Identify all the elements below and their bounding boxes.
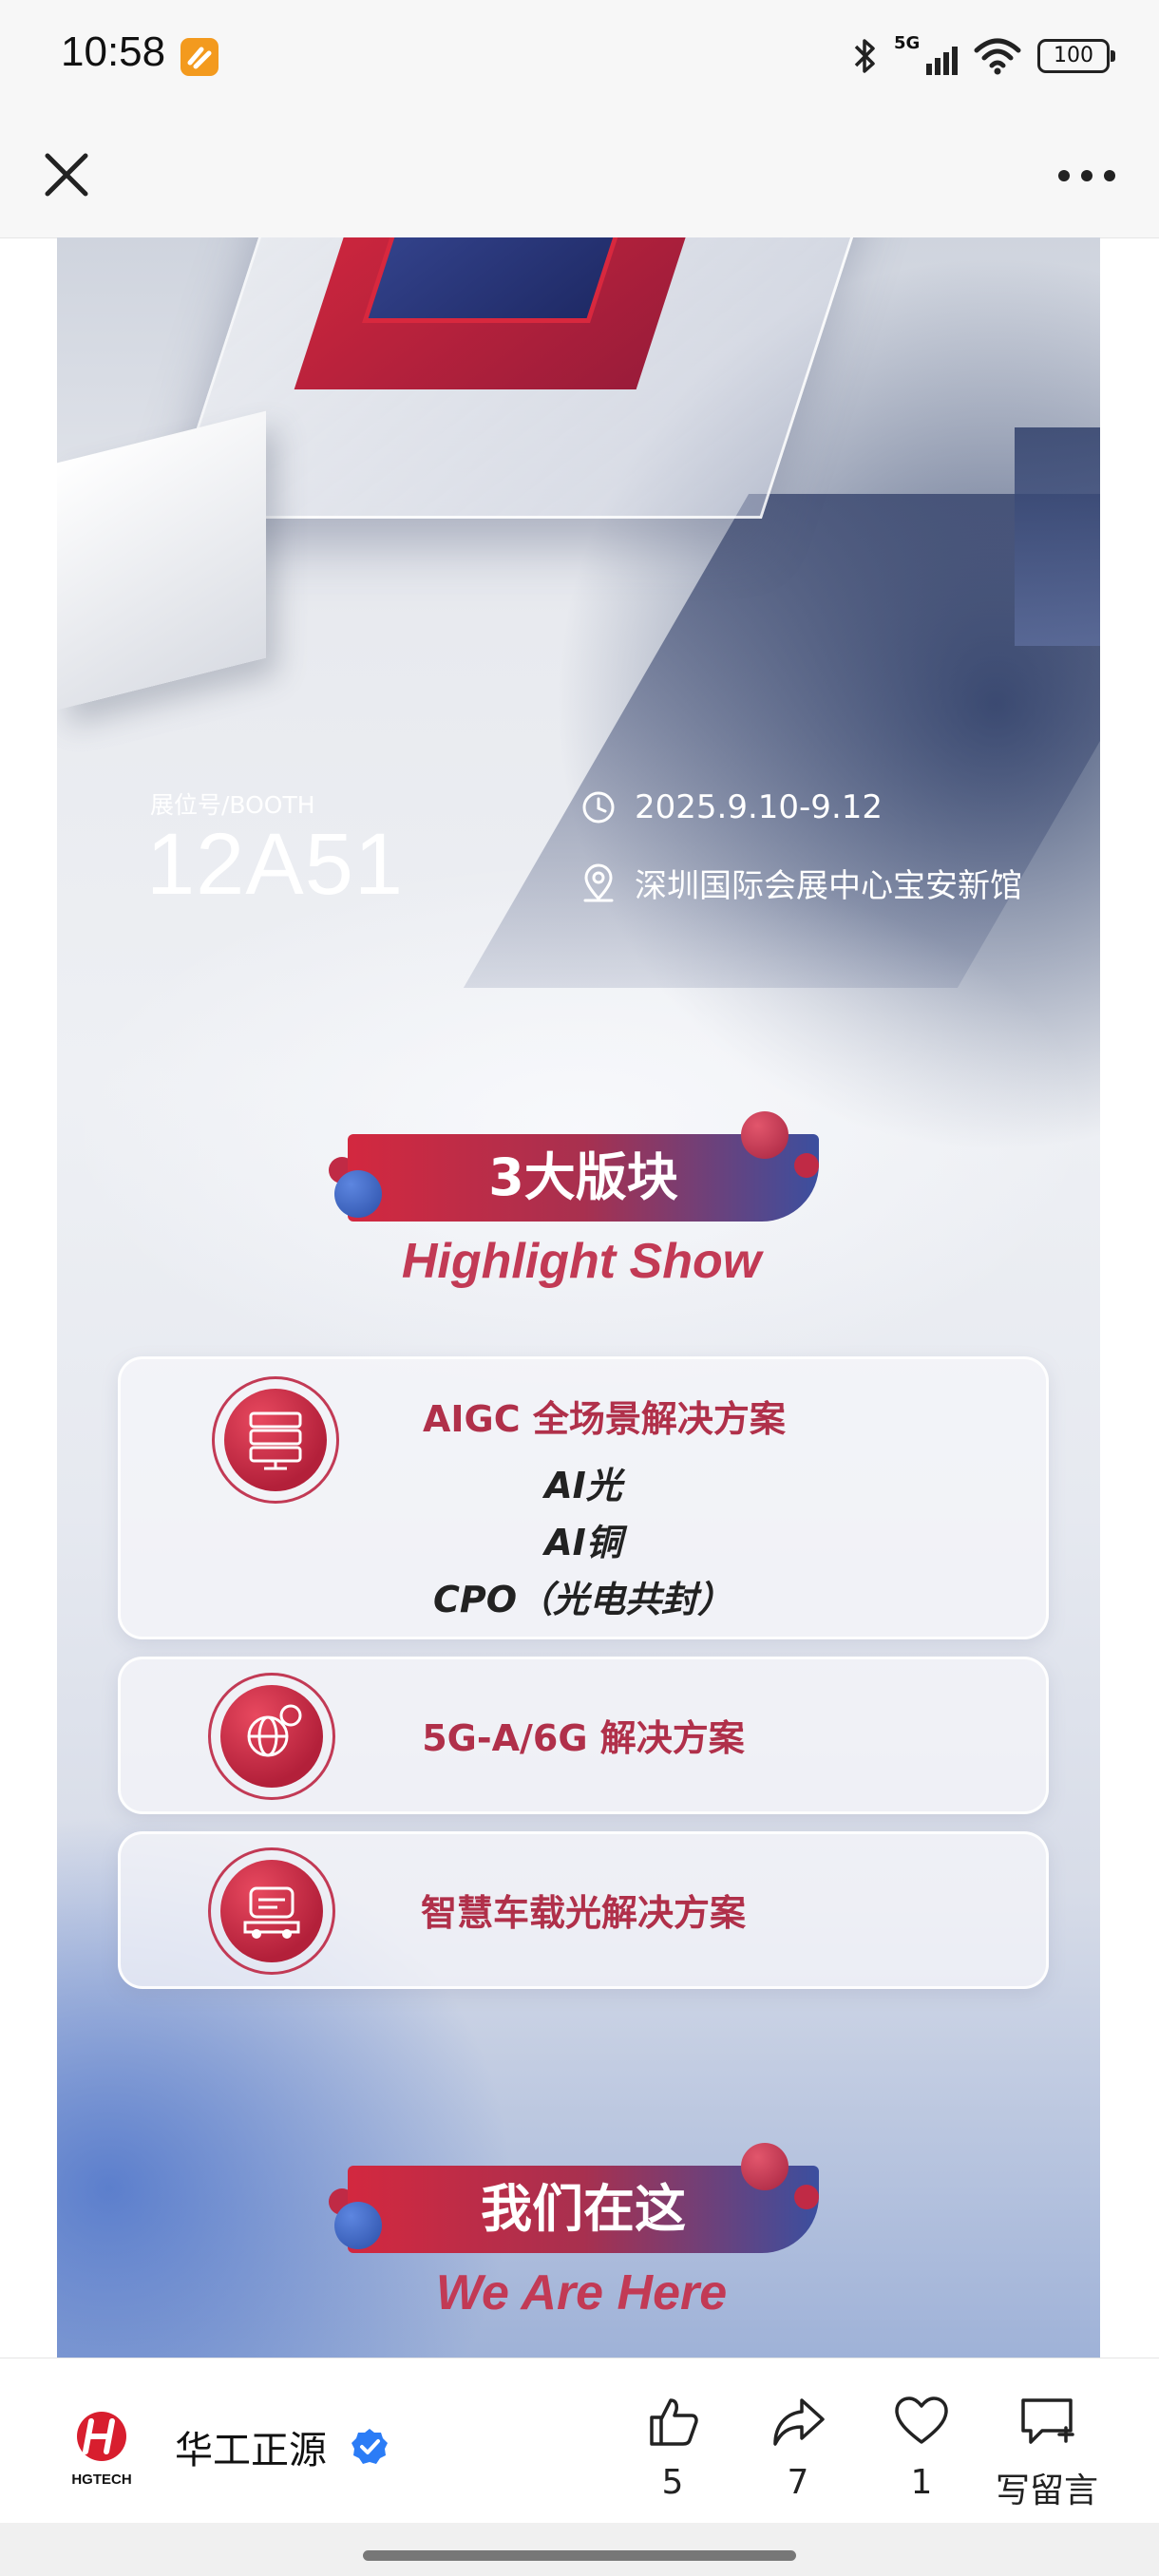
decorative-tower [1015, 427, 1100, 646]
decorative-building-shape [463, 494, 1100, 988]
section-subtitle: We Are Here [435, 2265, 728, 2320]
favorite-count: 1 [910, 2463, 933, 2502]
decorative-cube [57, 410, 266, 710]
clock-icon [582, 791, 615, 824]
thumbs-up-icon [650, 2398, 698, 2446]
top-nav [0, 114, 1159, 238]
decorative-dot [334, 2202, 382, 2249]
section-banner-highlight: 3大版块 Highlight Show [315, 1111, 847, 1289]
bottom-action-bar: HGTECH 华工正源 5 7 1 写留言 [0, 2358, 1159, 2524]
card-title: 5G-A/6G 解决方案 [422, 1717, 745, 1759]
card-title: AIGC 全场景解决方案 [423, 1398, 786, 1440]
write-comment-button[interactable]: 写留言 [990, 2393, 1104, 2512]
battery-level: 100 [1054, 44, 1093, 67]
location-pin-icon [583, 863, 614, 901]
bluetooth-icon [854, 39, 875, 73]
home-indicator[interactable] [363, 2550, 796, 2561]
event-date-row: 2025.9.10-9.12 [580, 788, 883, 826]
favorite-button[interactable]: 1 [864, 2393, 978, 2502]
solution-card-aigc: AIGC 全场景解决方案 AI光 AI铜 CPO（光电共封） [118, 1356, 1049, 1639]
hgtech-logo-icon: HGTECH [71, 2412, 132, 2488]
more-dots-icon [1058, 170, 1115, 181]
like-count: 5 [661, 2463, 684, 2502]
network-type: 5G [894, 33, 921, 53]
signal-icon: 5G [894, 33, 958, 75]
comment-add-icon [1021, 2398, 1074, 2444]
share-count: 7 [787, 2463, 809, 2502]
article-poster: 展位号/BOOTH 12A51 2025.9.10-9.12 深圳国际会展中心宝… [57, 237, 1100, 2358]
like-button[interactable]: 5 [616, 2393, 730, 2502]
card-item: AI光 [544, 1465, 622, 1506]
share-arrow-icon [773, 2398, 825, 2446]
section-banner-location: 我们在这 We Are Here [315, 2143, 847, 2320]
card-title: 智慧车载光解决方案 [420, 1892, 746, 1934]
write-comment-label: 写留言 [995, 2472, 1098, 2510]
app-notification-icon [180, 38, 218, 76]
event-venue: 深圳国际会展中心宝安新馆 [635, 867, 1022, 905]
gesture-bar-area [0, 2523, 1159, 2576]
card-item: AI铜 [544, 1522, 622, 1563]
battery-icon: 100 [1037, 39, 1115, 73]
status-bar: 10:58 5G 100 [0, 0, 1159, 114]
share-button[interactable]: 7 [741, 2393, 855, 2502]
heart-icon [895, 2396, 948, 2444]
event-venue-row: 深圳国际会展中心宝安新馆 [580, 860, 1022, 906]
booth-number: 12A51 [146, 816, 405, 913]
decorative-dot [741, 1111, 788, 1159]
solution-card-automotive: 智慧车载光解决方案 [118, 1831, 1049, 1989]
account-name[interactable]: 华工正源 [175, 2419, 327, 2474]
brand-logo[interactable]: HGTECH [61, 2408, 142, 2490]
solution-card-5g: 5G-A/6G 解决方案 [118, 1657, 1049, 1814]
decorative-dot [794, 1153, 819, 1178]
card-item: CPO（光电共封） [432, 1579, 734, 1620]
decorative-dot [794, 2185, 819, 2209]
logo-text: HGTECH [71, 2472, 131, 2488]
wifi-icon [974, 38, 1021, 75]
close-button[interactable] [34, 142, 99, 207]
event-date: 2025.9.10-9.12 [635, 788, 884, 826]
verified-badge-icon [350, 2427, 390, 2467]
section-subtitle: Highlight Show [401, 1234, 762, 1289]
close-icon [45, 153, 88, 197]
status-icons: 5G 100 [850, 32, 1115, 80]
more-options-button[interactable] [1049, 152, 1125, 199]
status-time: 10:58 [61, 28, 166, 75]
decorative-dot [741, 2143, 788, 2190]
decorative-dot [334, 1170, 382, 1218]
